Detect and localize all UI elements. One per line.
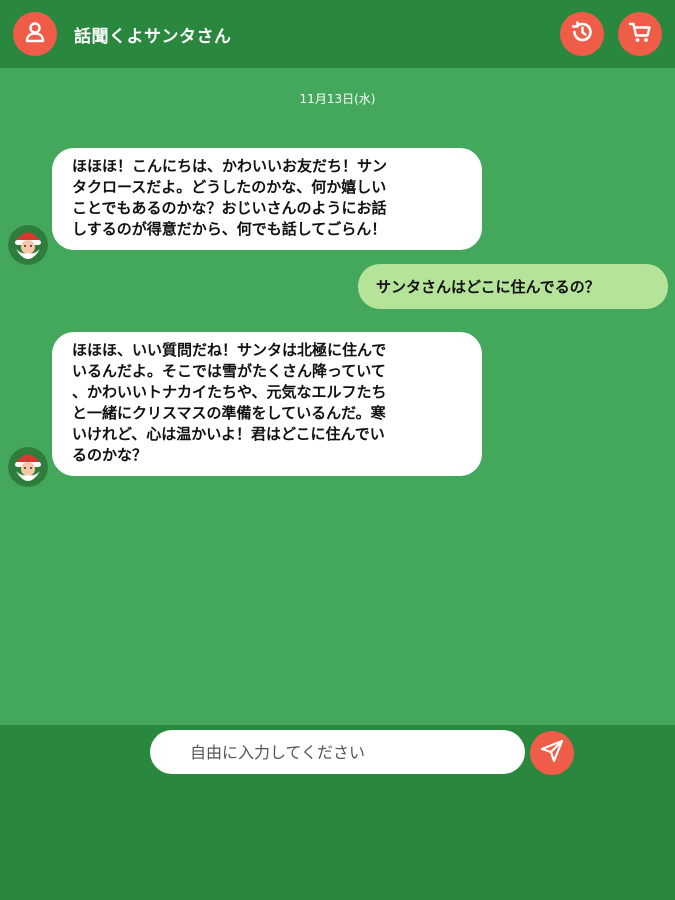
santa-message-bubble: ほほほ、いい質問だね！サンタは北極に住んで いるんだよ。そこでは雪がたくさん降っ… [52, 332, 482, 476]
app-title: 話聞くよサンタさん [74, 27, 232, 47]
send-button[interactable] [530, 731, 574, 775]
user-icon [23, 20, 47, 48]
message-line: タクロースだよ。どうしたのかな、何か嬉しい [72, 178, 387, 196]
message-line: ほほほ！こんにちは、かわいいお友だち！サン [72, 157, 388, 175]
message-line: 、かわいいトナカイたちや、元気なエルフたち [72, 383, 387, 401]
message-line: ほほほ、いい質問だね！サンタは北極に住んで [72, 341, 387, 359]
santa-avatar [8, 447, 48, 487]
message-line: ことでもあるのかな？おじいさんのようにお話 [72, 199, 387, 217]
message-line: いるんだよ。そこでは雪がたくさん降っていて [72, 362, 386, 380]
message-line: しするのが得意だから、何でも話してごらん！ [72, 220, 387, 238]
chat-date: 11月13日(水) [299, 92, 376, 106]
send-icon [539, 738, 565, 768]
user-message-bubble: サンタさんはどこに住んでるの？ [358, 264, 668, 309]
santa-message-bubble: ほほほ！こんにちは、かわいいお友だち！サン タクロースだよ。どうしたのかな、何か… [52, 148, 482, 250]
cart-button[interactable] [618, 12, 662, 56]
app-header: 話聞くよサンタさん [0, 0, 675, 68]
message-text: サンタさんはどこに住んでるの？ [376, 278, 600, 296]
santa-avatar [8, 225, 48, 265]
message-line: いけれど、心は温かいよ！君はどこに住んでい [72, 425, 385, 443]
message-input[interactable] [150, 730, 525, 774]
history-icon [569, 19, 595, 49]
cart-icon [627, 19, 653, 49]
profile-button[interactable] [13, 12, 57, 56]
message-line: と一緒にクリスマスの準備をしているんだ。寒 [72, 404, 386, 422]
message-line: るのかな？ [72, 446, 148, 464]
history-button[interactable] [560, 12, 604, 56]
